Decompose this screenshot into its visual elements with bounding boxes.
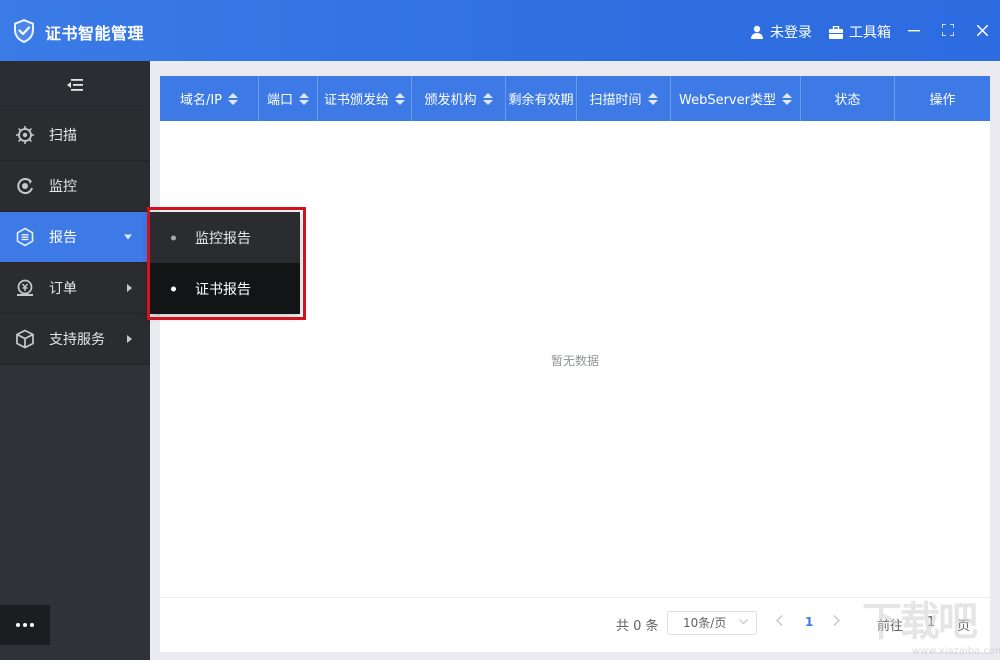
caret-right-icon: [127, 335, 132, 343]
sidebar-item-order[interactable]: 订单: [0, 263, 150, 314]
fullscreen-icon: [942, 24, 954, 36]
empty-state-text: 暂无数据: [160, 352, 990, 369]
sort-icon[interactable]: [228, 93, 238, 105]
report-submenu: 监控报告 证书报告: [150, 212, 300, 314]
sort-icon[interactable]: [395, 93, 405, 105]
submenu-item-cert-report[interactable]: 证书报告: [150, 263, 300, 314]
column-header-webserver-type[interactable]: WebServer类型: [671, 76, 801, 121]
support-cube-icon: [15, 329, 35, 349]
menu-fold-icon: [67, 79, 83, 91]
sidebar-item-label: 监控: [49, 176, 77, 196]
login-label: 未登录: [770, 22, 812, 42]
caret-down-icon: [124, 235, 132, 240]
sidebar-item-scan[interactable]: 扫描: [0, 110, 150, 161]
total-count: 共 0 条: [616, 615, 659, 634]
sort-icon[interactable]: [782, 93, 792, 105]
close-button[interactable]: [970, 18, 994, 42]
monitor-icon: [15, 176, 35, 196]
column-header-remaining-validity: 剩余有效期: [506, 76, 577, 121]
sidebar-item-monitor[interactable]: 监控: [0, 161, 150, 212]
login-button[interactable]: 未登录: [750, 22, 812, 42]
sort-icon[interactable]: [483, 93, 493, 105]
user-icon: [750, 25, 764, 39]
scan-icon: [15, 125, 35, 145]
chevron-left-icon: [776, 615, 783, 626]
more-dots-icon: [16, 623, 34, 627]
bullet-icon: [171, 235, 176, 240]
content-panel: 域名/IP 端口 证书颁发给 颁发机构 剩余有效期 扫描时间 WebServer…: [160, 76, 990, 652]
watermark-text: 下载吧: [862, 600, 976, 644]
sidebar-item-support[interactable]: 支持服务: [0, 314, 150, 365]
sort-icon[interactable]: [648, 93, 658, 105]
page-number-current[interactable]: 1: [805, 615, 813, 629]
table-header: 域名/IP 端口 证书颁发给 颁发机构 剩余有效期 扫描时间 WebServer…: [160, 76, 990, 121]
sidebar-item-label: 报告: [49, 227, 77, 247]
sidebar-item-label: 支持服务: [49, 329, 105, 349]
app-title: 证书智能管理: [45, 20, 144, 44]
sidebar-item-report[interactable]: 报告: [0, 212, 150, 263]
sidebar-item-label: 扫描: [49, 125, 77, 145]
report-icon: [15, 227, 35, 247]
next-page-button[interactable]: [833, 614, 840, 630]
submenu-item-monitor-report[interactable]: 监控报告: [150, 212, 300, 263]
sidebar-item-label: 订单: [49, 278, 77, 298]
sort-icon[interactable]: [299, 93, 309, 105]
watermark-logo: 下载吧 www.xiazaiba.com: [862, 600, 1000, 660]
maximize-button[interactable]: [936, 18, 960, 42]
shield-logo-icon: [12, 18, 36, 44]
minimize-button[interactable]: [902, 18, 926, 42]
order-icon: [15, 278, 35, 298]
prev-page-button[interactable]: [776, 614, 783, 630]
close-icon: [977, 25, 988, 36]
column-header-issuer[interactable]: 颁发机构: [412, 76, 506, 121]
toolbox-button[interactable]: 工具箱: [829, 22, 891, 42]
column-header-scan-time[interactable]: 扫描时间: [577, 76, 671, 121]
bullet-icon: [171, 286, 176, 291]
minimize-icon: [908, 24, 920, 36]
collapse-sidebar-button[interactable]: [0, 61, 150, 110]
more-button[interactable]: [0, 605, 50, 645]
title-bar: 证书智能管理 未登录 工具箱: [0, 0, 1000, 61]
column-header-port[interactable]: 端口: [259, 76, 318, 121]
chevron-down-icon: [739, 619, 748, 625]
toolbox-label: 工具箱: [849, 22, 891, 42]
page-size-select[interactable]: 10条/页: [667, 611, 757, 635]
column-header-issued-to[interactable]: 证书颁发给: [318, 76, 412, 121]
column-header-actions: 操作: [895, 76, 990, 121]
column-header-domain[interactable]: 域名/IP: [160, 76, 259, 121]
toolbox-icon: [829, 26, 843, 39]
sidebar: 扫描 监控 报告: [0, 61, 150, 660]
chevron-right-icon: [833, 615, 840, 626]
caret-right-icon: [127, 284, 132, 292]
watermark-url: www.xiazaiba.com: [912, 646, 1000, 657]
column-header-status: 状态: [801, 76, 895, 121]
